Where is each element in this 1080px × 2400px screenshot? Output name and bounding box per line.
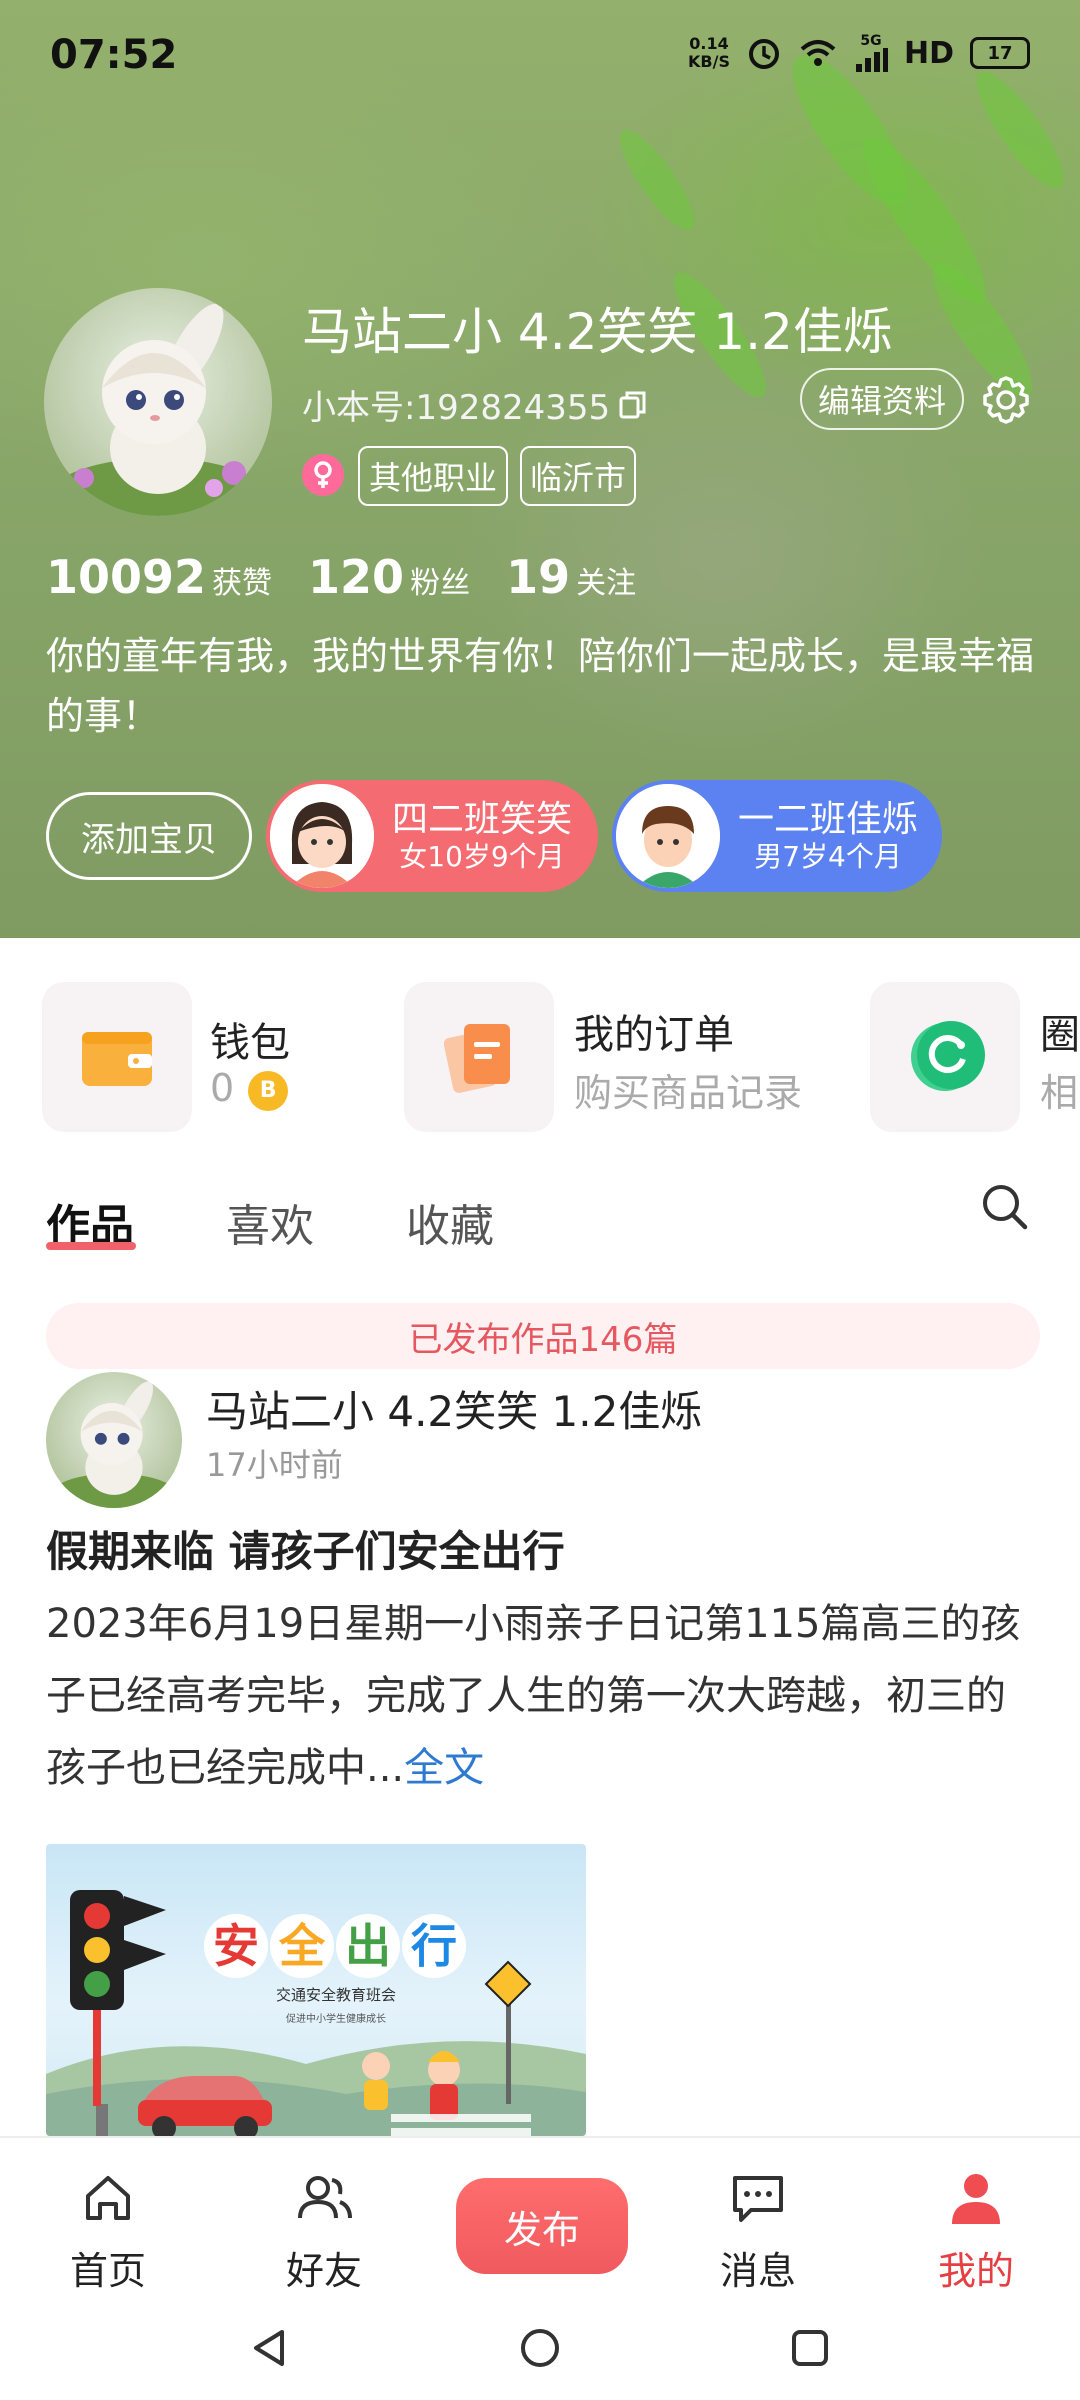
publish-button[interactable]: 发布	[456, 2178, 628, 2274]
followers-label[interactable]: 粉丝	[410, 558, 470, 602]
likes-label: 获赞	[212, 566, 273, 601]
profile-stats: 10092 获赞 120 粉丝 19 关注	[46, 550, 672, 604]
copy-icon[interactable]	[618, 390, 648, 420]
profile-id: 小本号:192824355	[302, 380, 648, 429]
kid-age: 女10岁9个月	[399, 840, 565, 873]
add-baby-button[interactable]: 添加宝贝	[46, 792, 252, 880]
nav-home[interactable]: 首页	[38, 2170, 178, 2295]
kid-card-jiashuo[interactable]: 一二班佳烁 男7岁4个月	[612, 780, 942, 892]
circle-title[interactable]: 圈	[1040, 1002, 1080, 1060]
post-body[interactable]: 2023年6月19日星期一小雨亲子日记第115篇高三的孩子已经高考完毕，完成了人…	[46, 1588, 1036, 1804]
kid-age: 男7岁4个月	[754, 840, 902, 873]
orders-card[interactable]	[404, 982, 554, 1132]
kid-name: 四二班笑笑	[392, 799, 573, 840]
kid-card-xiaoxiao[interactable]: 四二班笑笑 女10岁9个月	[266, 780, 598, 892]
settings-gear-icon[interactable]	[978, 372, 1034, 428]
image-title-char: 安	[213, 1919, 259, 1973]
nav-friends[interactable]: 好友	[254, 2170, 394, 2295]
bottom-navigation: 首页 好友 发布 消息 我的	[0, 2136, 1080, 2298]
circle-subtitle[interactable]: 相	[1040, 1062, 1078, 1117]
wallet-balance[interactable]: 0B	[210, 1066, 289, 1111]
read-more-link[interactable]: 全文	[404, 1745, 484, 1791]
profile-icon	[952, 2174, 1000, 2224]
search-icon[interactable]	[978, 1180, 1032, 1234]
tab-favorites[interactable]: 收藏	[406, 1190, 494, 1254]
status-time: 07:52	[50, 32, 178, 78]
recents-icon[interactable]	[788, 2326, 832, 2370]
wallet-card[interactable]	[42, 982, 192, 1132]
friends-icon	[298, 2176, 352, 2219]
quick-actions: 钱包 0B 我的订单 购买商品记录 圈 相	[0, 938, 1080, 1138]
orders-icon	[444, 1024, 510, 1093]
messages-icon	[733, 2176, 783, 2222]
status-icons: 0.14 KB/S 5G HD 17	[688, 34, 1030, 72]
circle-icon	[911, 1021, 985, 1091]
orders-subtitle[interactable]: 购买商品记录	[574, 1062, 802, 1117]
profile-header: 07:52 0.14 KB/S 5G HD 17 马站二小 4.2笑笑 1.2佳…	[0, 0, 1080, 938]
alarm-icon	[748, 39, 779, 69]
likes-count: 10092	[46, 550, 207, 604]
network-speed: 0.14 KB/S	[688, 34, 730, 71]
background-leaf	[608, 121, 706, 239]
home-icon	[86, 2176, 130, 2220]
nav-messages[interactable]: 消息	[688, 2170, 828, 2295]
orders-title[interactable]: 我的订单	[574, 1002, 734, 1060]
profile-name: 马站二小 4.2笑笑 1.2佳烁	[302, 303, 893, 361]
system-navigation-bar	[0, 2296, 1080, 2400]
published-count-banner: 已发布作品146篇	[46, 1303, 1040, 1369]
wallet-title[interactable]: 钱包	[210, 1010, 290, 1068]
tag-occupation: 其他职业	[358, 446, 508, 506]
image-caption: 促进中小学生健康成长	[286, 2012, 386, 2025]
post-image[interactable]: 安 全 出 行 交通安全教育班会 促进中小学生健康成长	[46, 1844, 586, 2136]
avatar[interactable]	[44, 288, 272, 516]
post-timestamp: 17小时前	[206, 1446, 343, 1484]
status-bar: 07:52 0.14 KB/S 5G HD 17	[0, 0, 1080, 110]
boy-avatar	[616, 784, 720, 888]
nav-mine[interactable]: 我的	[906, 2170, 1046, 2295]
coin-icon: B	[248, 1070, 289, 1111]
kid-name: 一二班佳烁	[738, 799, 919, 840]
battery-icon: 17	[970, 37, 1030, 69]
image-title-char: 全	[278, 1919, 326, 1973]
edit-profile-button[interactable]: 编辑资料	[800, 368, 964, 430]
post-author-avatar[interactable]	[46, 1372, 182, 1508]
active-tab-indicator	[46, 1242, 136, 1250]
image-subtitle: 交通安全教育班会	[276, 1986, 396, 2004]
followers-count[interactable]: 120	[308, 550, 404, 604]
circle-card[interactable]	[870, 982, 1020, 1132]
home-circle-icon[interactable]	[518, 2326, 562, 2370]
wifi-icon	[800, 40, 836, 66]
following-label[interactable]: 关注	[576, 558, 636, 602]
post-author-name[interactable]: 马站二小 4.2笑笑 1.2佳烁	[206, 1378, 702, 1439]
wallet-icon	[82, 1032, 152, 1086]
back-icon[interactable]	[248, 2326, 292, 2370]
post-title[interactable]: 假期来临 请孩子们安全出行	[46, 1518, 565, 1579]
hd-indicator: HD	[903, 35, 954, 71]
image-title-char: 出	[345, 1919, 391, 1973]
signal-icon: 5G	[854, 34, 888, 72]
following-count[interactable]: 19	[506, 550, 570, 604]
profile-bio: 你的童年有我，我的世界有你！陪你们一起成长，是最幸福的事！	[46, 634, 1035, 738]
female-gender-icon	[302, 454, 344, 496]
tab-likes[interactable]: 喜欢	[226, 1190, 314, 1254]
image-title-char: 行	[411, 1919, 457, 1973]
content-tabs: 作品 喜欢 收藏	[0, 1170, 1080, 1280]
girl-avatar	[270, 784, 374, 888]
background-leaf	[847, 123, 1003, 317]
tag-city: 临沂市	[520, 446, 636, 506]
